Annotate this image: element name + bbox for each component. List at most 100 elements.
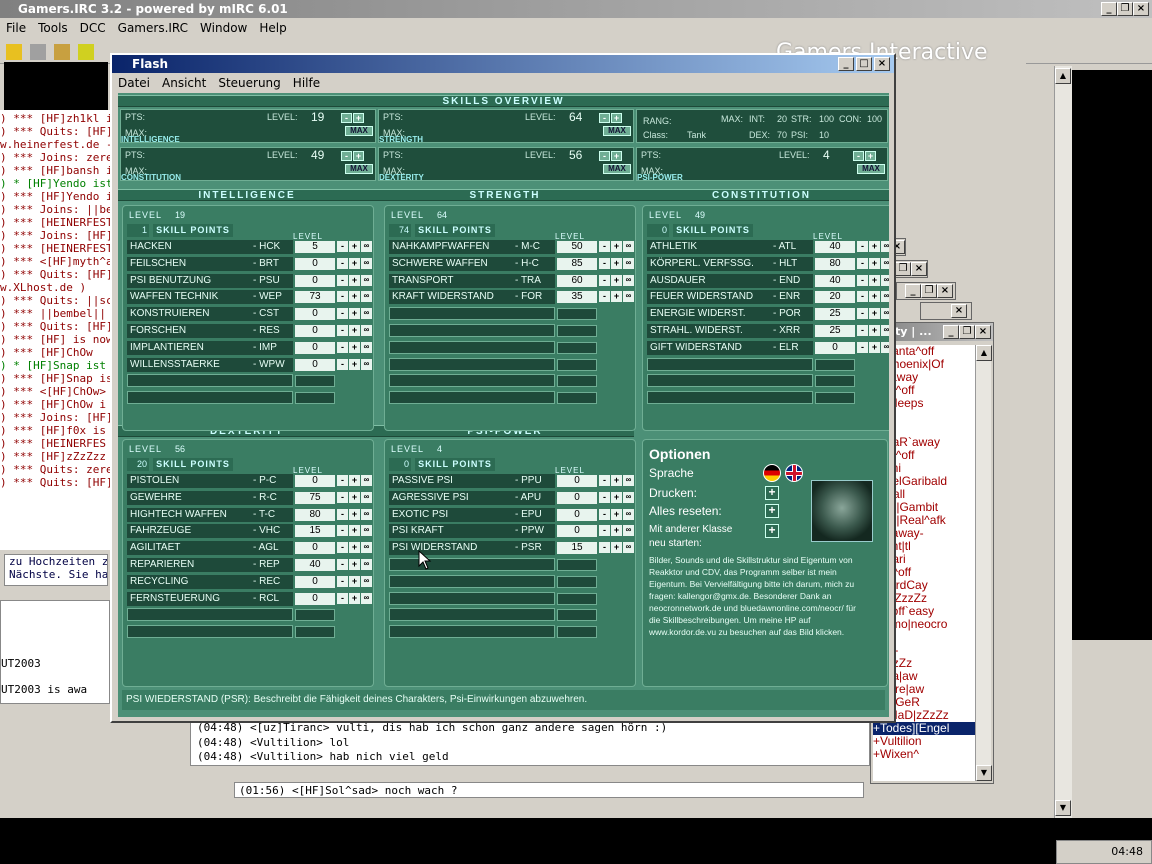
skill-max-icon[interactable]: ∞	[361, 559, 372, 570]
max-button[interactable]: MAX	[603, 164, 631, 174]
plus-button[interactable]: +	[353, 113, 364, 123]
skill-max-icon[interactable]: ∞	[361, 325, 372, 336]
skill-max-icon[interactable]: ∞	[881, 341, 889, 353]
skill-minus-button[interactable]: -	[599, 508, 610, 520]
main-menu-window[interactable]: Window	[194, 21, 253, 35]
skill-plus-button[interactable]: +	[869, 257, 880, 269]
main-menu-gamersirc[interactable]: Gamers.IRC	[112, 21, 194, 35]
nick-item[interactable]: +Vultilion	[873, 735, 975, 748]
skill-plus-button[interactable]: +	[349, 542, 360, 554]
skill-minus-button[interactable]: -	[599, 475, 610, 486]
main-titlebar[interactable]: Gamers.IRC 3.2 - powered by mIRC 6.01	[0, 0, 1152, 18]
skill-plus-button[interactable]: +	[349, 274, 360, 286]
german-flag-icon[interactable]	[763, 464, 781, 482]
skill-plus-button[interactable]: +	[611, 508, 622, 520]
bg-window-3[interactable]: _ ❐ ×	[896, 282, 956, 300]
plus-button[interactable]: +	[353, 151, 364, 161]
skill-minus-button[interactable]: -	[599, 241, 610, 252]
main-menu-dcc[interactable]: DCC	[74, 21, 112, 35]
max-button[interactable]: MAX	[345, 126, 373, 136]
skill-max-icon[interactable]: ∞	[881, 274, 889, 286]
skill-max-icon[interactable]: ∞	[361, 525, 372, 537]
skill-max-icon[interactable]: ∞	[361, 592, 372, 604]
author-photo[interactable]	[811, 480, 873, 542]
skill-max-icon[interactable]: ∞	[361, 241, 372, 252]
skill-plus-button[interactable]: +	[349, 475, 360, 486]
scroll-down-icon[interactable]: ▼	[976, 765, 992, 781]
flash-menu-ansicht[interactable]: Ansicht	[156, 76, 212, 90]
skill-plus-button[interactable]: +	[869, 241, 880, 252]
flash-menu-datei[interactable]: Datei	[112, 76, 156, 90]
skill-max-icon[interactable]: ∞	[623, 274, 634, 286]
skill-max-icon[interactable]: ∞	[623, 542, 634, 554]
restart-button[interactable]: +	[765, 524, 779, 538]
skill-plus-button[interactable]: +	[869, 274, 880, 286]
bg-window-4[interactable]: ×	[920, 302, 972, 320]
nick-max-icon[interactable]: ❐	[959, 325, 975, 339]
skill-max-icon[interactable]: ∞	[361, 341, 372, 353]
skill-minus-button[interactable]: -	[337, 241, 348, 252]
skill-minus-button[interactable]: -	[337, 592, 348, 604]
skill-max-icon[interactable]: ∞	[361, 542, 372, 554]
skill-plus-button[interactable]: +	[869, 291, 880, 303]
minus-button[interactable]: -	[341, 151, 352, 161]
skill-minus-button[interactable]: -	[599, 542, 610, 554]
skill-plus-button[interactable]: +	[349, 308, 360, 320]
skill-plus-button[interactable]: +	[611, 525, 622, 537]
skill-max-icon[interactable]: ∞	[361, 257, 372, 269]
nick-close-icon[interactable]: ×	[975, 325, 991, 339]
skill-max-icon[interactable]: ∞	[623, 291, 634, 303]
skill-plus-button[interactable]: +	[349, 525, 360, 537]
skill-minus-button[interactable]: -	[337, 274, 348, 286]
skill-minus-button[interactable]: -	[599, 257, 610, 269]
nick-scrollbar[interactable]: ▲ ▼	[975, 345, 992, 781]
main-menu-file[interactable]: File	[0, 21, 32, 35]
max-button[interactable]: MAX	[345, 164, 373, 174]
skill-plus-button[interactable]: +	[349, 575, 360, 587]
skill-max-icon[interactable]: ∞	[881, 241, 889, 252]
plus-button[interactable]: +	[611, 151, 622, 161]
main-scrollbar[interactable]: ▲ ▼	[1054, 66, 1072, 818]
skill-minus-button[interactable]: -	[599, 525, 610, 537]
skill-max-icon[interactable]: ∞	[361, 274, 372, 286]
skill-minus-button[interactable]: -	[337, 358, 348, 370]
flash-titlebar[interactable]: Flash	[112, 55, 894, 73]
main-menu-tools[interactable]: Tools	[32, 21, 74, 35]
skill-minus-button[interactable]: -	[337, 325, 348, 336]
skill-plus-button[interactable]: +	[869, 308, 880, 320]
skill-plus-button[interactable]: +	[349, 508, 360, 520]
skill-minus-button[interactable]: -	[337, 559, 348, 570]
skill-max-icon[interactable]: ∞	[881, 291, 889, 303]
skill-plus-button[interactable]: +	[611, 491, 622, 503]
nick-min-icon[interactable]: _	[943, 325, 959, 339]
skill-minus-button[interactable]: -	[857, 274, 868, 286]
skill-minus-button[interactable]: -	[337, 341, 348, 353]
skill-max-icon[interactable]: ∞	[623, 525, 634, 537]
skill-minus-button[interactable]: -	[857, 291, 868, 303]
skill-max-icon[interactable]: ∞	[623, 508, 634, 520]
bottom-input[interactable]: (01:56) <[HF]Sol^sad> noch wach ?	[234, 782, 864, 798]
skill-minus-button[interactable]: -	[337, 508, 348, 520]
skill-max-icon[interactable]: ∞	[881, 308, 889, 320]
skill-max-icon[interactable]: ∞	[623, 475, 634, 486]
connect-icon[interactable]	[6, 44, 22, 60]
folder-icon[interactable]	[54, 44, 70, 60]
skill-plus-button[interactable]: +	[611, 274, 622, 286]
skill-plus-button[interactable]: +	[611, 241, 622, 252]
skill-plus-button[interactable]: +	[349, 592, 360, 604]
skill-plus-button[interactable]: +	[349, 341, 360, 353]
minus-button[interactable]: -	[853, 151, 864, 161]
skill-plus-button[interactable]: +	[349, 559, 360, 570]
skill-plus-button[interactable]: +	[611, 291, 622, 303]
skill-minus-button[interactable]: -	[857, 241, 868, 252]
skill-plus-button[interactable]: +	[611, 257, 622, 269]
skill-max-icon[interactable]: ∞	[361, 308, 372, 320]
flash-min-icon[interactable]: _	[838, 57, 854, 71]
options-icon[interactable]	[30, 44, 46, 60]
skill-plus-button[interactable]: +	[869, 341, 880, 353]
skill-max-icon[interactable]: ∞	[361, 491, 372, 503]
close-icon[interactable]: ×	[1133, 2, 1149, 16]
skill-plus-button[interactable]: +	[349, 291, 360, 303]
skill-minus-button[interactable]: -	[599, 491, 610, 503]
skill-max-icon[interactable]: ∞	[361, 475, 372, 486]
